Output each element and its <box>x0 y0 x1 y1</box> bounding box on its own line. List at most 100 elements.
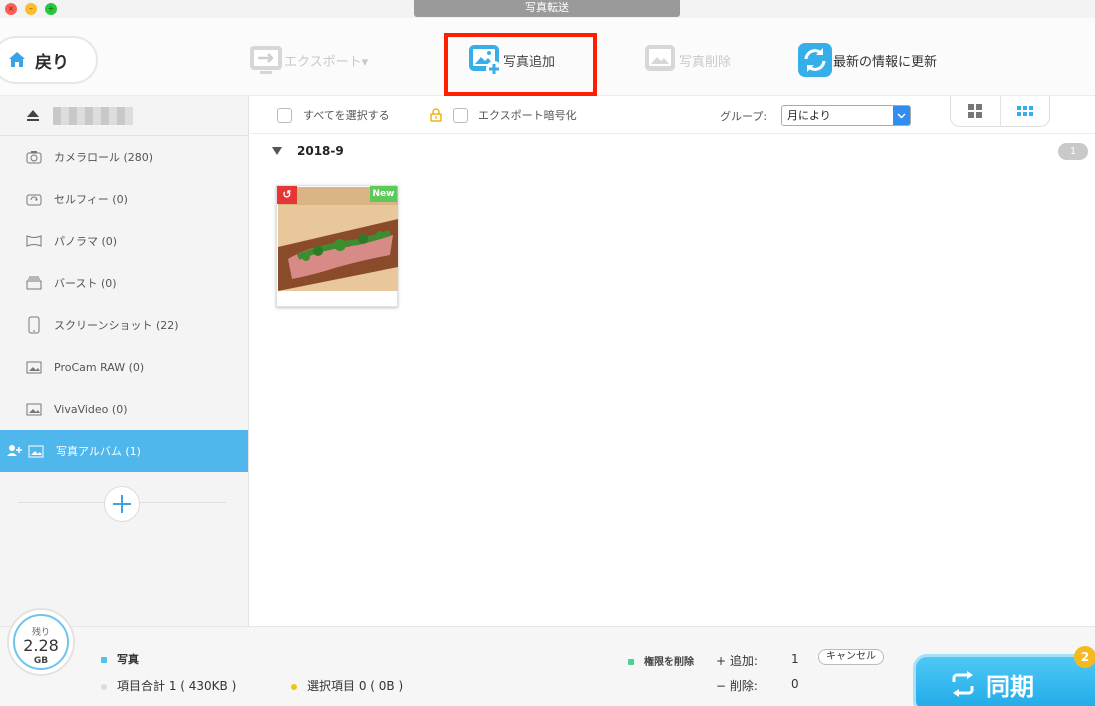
total-items: 項目合計 1 ( 430KB ) <box>101 677 236 694</box>
window-title: 写真転送 <box>414 0 680 17</box>
group-select[interactable]: 月により <box>781 105 911 126</box>
add-count-value: 1 <box>791 652 799 666</box>
sidebar-item-panorama[interactable]: パノラマ (0) <box>0 220 248 262</box>
add-album-button[interactable] <box>104 486 140 522</box>
group-count-badge: 1 <box>1058 143 1088 160</box>
legend-dot <box>101 683 107 690</box>
add-photo-label: 写真追加 <box>503 54 556 70</box>
sidebar-item-label: 写真アルバム (1) <box>56 445 141 458</box>
lock-icon <box>430 108 442 122</box>
sidebar-item-burst[interactable]: バースト (0) <box>0 262 248 304</box>
sidebar-item-selfie[interactable]: セルフィー (0) <box>0 178 248 220</box>
small-grid-view-button[interactable] <box>999 96 1050 126</box>
album-icon <box>28 445 44 458</box>
minimize-window-button[interactable]: – <box>25 3 37 15</box>
selected-items: 選択項目 0 ( 0B ) <box>291 677 403 694</box>
device-name-blurred <box>53 106 133 125</box>
toolbar: 戻り エクスポート▾ 写真追加 写真削除 最新の情報に更新 <box>0 18 1095 96</box>
panorama-icon <box>26 235 42 247</box>
large-grid-icon <box>968 104 983 118</box>
maximize-window-button[interactable]: + <box>45 3 57 15</box>
group-header[interactable]: 2018-9 <box>272 144 344 158</box>
sidebar-item-label: ProCam RAW (0) <box>54 360 145 374</box>
sidebar: カメラロール (280) セルフィー (0) パノラマ (0) バースト (0)… <box>0 96 249 626</box>
back-button[interactable]: 戻り <box>0 36 98 84</box>
sidebar-item-label: セルフィー (0) <box>54 193 128 206</box>
storage-indicator: 残り 2.28 GB <box>7 608 75 676</box>
large-grid-view-button[interactable] <box>951 96 1000 126</box>
sidebar-item-camera-roll[interactable]: カメラロール (280) <box>0 136 248 178</box>
storage-value: 2.28 <box>23 636 59 655</box>
plus-icon <box>113 495 131 513</box>
close-window-button[interactable]: × <box>5 3 17 15</box>
small-grid-icon <box>1016 106 1033 116</box>
add-photo-button[interactable]: 写真追加 <box>467 42 555 78</box>
photo-thumbnail[interactable]: ↺ New <box>276 185 398 307</box>
add-photo-icon <box>469 45 502 77</box>
selected-label: 選択項目 0 ( 0B ) <box>307 679 404 693</box>
add-user-icon[interactable] <box>6 444 22 458</box>
phone-icon <box>28 316 40 334</box>
back-label: 戻り <box>35 52 69 73</box>
home-icon <box>9 52 25 67</box>
main-content: すべてを選択する エクスポート暗号化 グループ: 月により 2018-9 1 ↺… <box>250 96 1095 626</box>
remove-count-value: 0 <box>791 677 799 691</box>
photo-label: 写真 <box>117 653 139 666</box>
sidebar-item-vivavideo[interactable]: VivaVideo (0) <box>0 388 248 430</box>
legend-photo: 写真 <box>101 651 139 667</box>
sidebar-item-screenshot[interactable]: スクリーンショット (22) <box>0 304 248 346</box>
camera-icon <box>26 151 42 164</box>
encrypt-export-label: エクスポート暗号化 <box>478 109 577 122</box>
sync-icon <box>952 671 974 697</box>
view-switch <box>950 96 1050 127</box>
sidebar-item-photo-album[interactable]: 写真アルバム (1) <box>0 430 248 472</box>
delete-rights: 権限を削除 <box>628 653 694 668</box>
add-count-label: + 追加: <box>716 654 758 668</box>
export-label: エクスポート▾ <box>284 54 369 70</box>
album-icon <box>26 403 42 416</box>
legend-dot <box>628 659 634 665</box>
checkbox[interactable] <box>277 107 292 123</box>
remove-count-label: − 削除: <box>716 679 758 693</box>
legend-dot <box>101 657 107 663</box>
refresh-button[interactable]: 最新の情報に更新 <box>797 42 937 78</box>
sidebar-item-label: パノラマ (0) <box>54 235 118 248</box>
sidebar-item-label: スクリーンショット (22) <box>54 319 179 332</box>
select-all-label: すべてを選択する <box>303 109 390 122</box>
cancel-button[interactable]: キャンセル <box>818 649 884 665</box>
checkbox[interactable] <box>453 107 468 123</box>
delete-photo-icon <box>645 45 675 71</box>
delete-rights-label: 権限を削除 <box>644 657 694 668</box>
sidebar-item-label: VivaVideo (0) <box>54 402 128 416</box>
group-select-value: 月により <box>787 109 831 122</box>
select-all-checkbox[interactable]: すべてを選択する <box>277 107 390 123</box>
legend-dot <box>291 683 297 690</box>
export-icon <box>250 46 282 74</box>
storage-unit: GB <box>33 656 49 666</box>
delete-photo-button[interactable]: 写真削除 <box>643 42 731 78</box>
eject-icon[interactable] <box>27 110 39 121</box>
sync-button[interactable]: 同期 <box>913 654 1095 706</box>
selfie-camera-icon <box>26 194 42 206</box>
sync-count-badge: 2 <box>1074 646 1095 668</box>
rotate-icon[interactable]: ↺ <box>277 186 297 204</box>
device-row[interactable] <box>0 96 248 136</box>
sidebar-item-procam[interactable]: ProCam RAW (0) <box>0 346 248 388</box>
title-bar: × – + 写真転送 <box>0 0 1095 18</box>
sidebar-item-label: バースト (0) <box>54 277 117 290</box>
sync-label: 同期 <box>986 672 1034 701</box>
encrypt-export-checkbox[interactable]: エクスポート暗号化 <box>453 107 577 123</box>
export-button[interactable]: エクスポート▾ <box>248 42 368 78</box>
refresh-label: 最新の情報に更新 <box>833 54 938 70</box>
collapse-triangle-icon[interactable] <box>272 147 282 155</box>
total-label: 項目合計 1 ( 430KB ) <box>117 679 237 693</box>
burst-icon <box>26 276 42 290</box>
refresh-icon <box>798 43 832 77</box>
new-badge: New <box>370 186 397 202</box>
filter-bar: すべてを選択する エクスポート暗号化 グループ: 月により <box>250 96 1095 134</box>
album-icon <box>26 361 42 374</box>
delete-photo-label: 写真削除 <box>679 54 732 70</box>
group-title: 2018-9 <box>297 144 344 158</box>
chevron-down-icon[interactable] <box>893 106 910 125</box>
sidebar-item-label: カメラロール (280) <box>54 151 154 164</box>
